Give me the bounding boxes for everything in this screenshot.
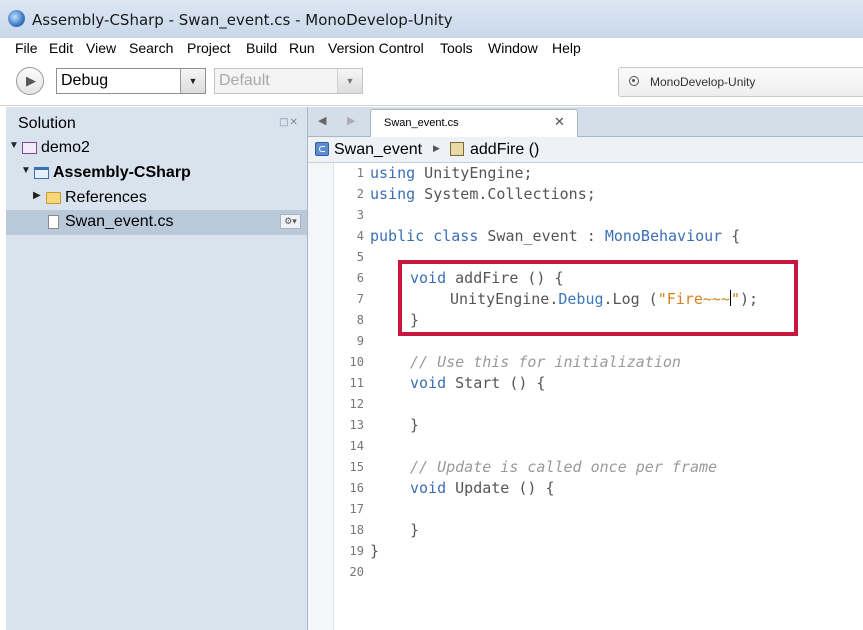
- project-icon: [34, 167, 49, 179]
- code-line: 14: [308, 436, 863, 457]
- tree-item-demo2[interactable]: ▼ demo2: [6, 136, 307, 161]
- line-number: 17: [349, 502, 364, 516]
- method-icon: [450, 142, 464, 156]
- folder-icon: [46, 192, 61, 204]
- menu-view[interactable]: View: [86, 40, 116, 56]
- line-number: 3: [356, 208, 364, 222]
- code-line: 10 // Use this for initialization: [308, 352, 863, 373]
- window-title: Assembly-CSharp - Swan_event.cs - MonoDe…: [32, 11, 453, 29]
- line-number: 4: [356, 229, 364, 243]
- tree-item-label: Assembly-CSharp: [53, 164, 191, 181]
- status-area: MonoDevelop-Unity: [618, 67, 863, 97]
- tree-item-label: References: [65, 189, 147, 206]
- code-line: 19 }: [308, 541, 863, 562]
- line-number: 5: [356, 250, 364, 264]
- tab-scroll-left-icon[interactable]: ◀: [318, 114, 326, 127]
- toolbar: ▶ Debug ▼ Default ▼ MonoDevelop-Unity: [0, 60, 863, 106]
- chevron-down-icon[interactable]: ▼: [337, 69, 362, 93]
- tree-item-assembly-csharp[interactable]: ▼ Assembly-CSharp: [6, 161, 307, 186]
- tree-item-label: demo2: [41, 139, 90, 156]
- chevron-down-icon[interactable]: ▼: [180, 69, 205, 93]
- tab-swan-event[interactable]: Swan_event.cs ✕: [370, 109, 578, 137]
- expanded-arrow-icon[interactable]: ▼: [21, 165, 31, 176]
- code-line: 17: [308, 499, 863, 520]
- menu-bar: File Edit View Search Project Build Run …: [0, 38, 863, 60]
- menu-version-control[interactable]: Version Control: [328, 40, 424, 56]
- line-number: 1: [356, 166, 364, 180]
- platform-select[interactable]: Default ▼: [214, 68, 363, 94]
- path-class-name[interactable]: Swan_event: [334, 141, 422, 159]
- solution-icon: [22, 142, 37, 154]
- status-icon: [629, 76, 639, 86]
- line-number: 9: [356, 334, 364, 348]
- code-line: 3: [308, 205, 863, 226]
- line-number: 6: [356, 271, 364, 285]
- menu-search[interactable]: Search: [129, 40, 173, 56]
- menu-window[interactable]: Window: [488, 40, 538, 56]
- play-icon: ▶: [26, 74, 36, 89]
- run-button[interactable]: ▶: [16, 67, 44, 95]
- class-icon: [315, 142, 329, 156]
- document-tab-bar: ◀ ▶ Swan_event.cs ✕: [308, 107, 863, 137]
- line-number: 8: [356, 313, 364, 327]
- menu-edit[interactable]: Edit: [49, 40, 73, 56]
- tree-item-swan-event-cs[interactable]: Swan_event.cs ⚙▾: [6, 210, 307, 235]
- monodevelop-logo-icon: [8, 10, 25, 27]
- code-line: 18 }: [308, 520, 863, 541]
- line-number: 16: [349, 481, 364, 495]
- line-number: 13: [349, 418, 364, 432]
- line-number: 2: [356, 187, 364, 201]
- code-line: 4 public class Swan_event : MonoBehaviou…: [308, 226, 863, 247]
- code-line: 12: [308, 394, 863, 415]
- line-number: 10: [349, 355, 364, 369]
- tree-item-label: Swan_event.cs: [65, 213, 174, 230]
- gear-icon[interactable]: ⚙▾: [280, 214, 301, 229]
- close-icon[interactable]: ✕: [554, 115, 565, 130]
- highlight-annotation-box: [398, 260, 798, 336]
- configuration-value: Debug: [61, 72, 109, 89]
- line-number: 18: [349, 523, 364, 537]
- code-editor[interactable]: 1 using UnityEngine; 2 using System.Coll…: [308, 163, 863, 630]
- csharp-file-icon: [48, 215, 59, 229]
- menu-file[interactable]: File: [15, 40, 38, 56]
- code-line: 20: [308, 562, 863, 583]
- menu-tools[interactable]: Tools: [440, 40, 473, 56]
- line-number: 20: [349, 565, 364, 579]
- line-number: 19: [349, 544, 364, 558]
- line-number: 15: [349, 460, 364, 474]
- menu-build[interactable]: Build: [246, 40, 277, 56]
- code-line: 2 using System.Collections;: [308, 184, 863, 205]
- collapsed-arrow-icon[interactable]: ▶: [33, 190, 41, 201]
- code-line: 11 void Start () {: [308, 373, 863, 394]
- menu-help[interactable]: Help: [552, 40, 581, 56]
- line-number: 11: [349, 376, 364, 390]
- title-bar: Assembly-CSharp - Swan_event.cs - MonoDe…: [0, 0, 863, 38]
- menu-run[interactable]: Run: [289, 40, 315, 56]
- code-line: 1 using UnityEngine;: [308, 163, 863, 184]
- pad-title: Solution: [18, 115, 76, 132]
- path-bar: Swan_event ▶ addFire (): [308, 137, 863, 163]
- path-separator-icon: ▶: [433, 144, 440, 154]
- code-line: 13 }: [308, 415, 863, 436]
- code-line: 15 // Update is called once per frame: [308, 457, 863, 478]
- platform-value: Default: [219, 72, 270, 89]
- menu-project[interactable]: Project: [187, 40, 231, 56]
- pad-controls[interactable]: □✕: [279, 117, 299, 128]
- expanded-arrow-icon[interactable]: ▼: [9, 140, 19, 151]
- tree-item-references[interactable]: ▶ References: [6, 186, 307, 211]
- solution-pad: Solution □✕ ▼ demo2 ▼ Assembly-CSharp ▶ …: [6, 107, 307, 630]
- code-line: 16 void Update () {: [308, 478, 863, 499]
- line-number: 12: [349, 397, 364, 411]
- tab-scroll-right-icon[interactable]: ▶: [347, 114, 355, 127]
- path-method-name[interactable]: addFire (): [470, 141, 539, 159]
- configuration-select[interactable]: Debug ▼: [56, 68, 206, 94]
- line-number: 7: [356, 292, 364, 306]
- tab-label: Swan_event.cs: [384, 117, 459, 129]
- status-text: MonoDevelop-Unity: [650, 75, 756, 89]
- pad-header: Solution □✕: [6, 107, 307, 137]
- line-number: 14: [349, 439, 364, 453]
